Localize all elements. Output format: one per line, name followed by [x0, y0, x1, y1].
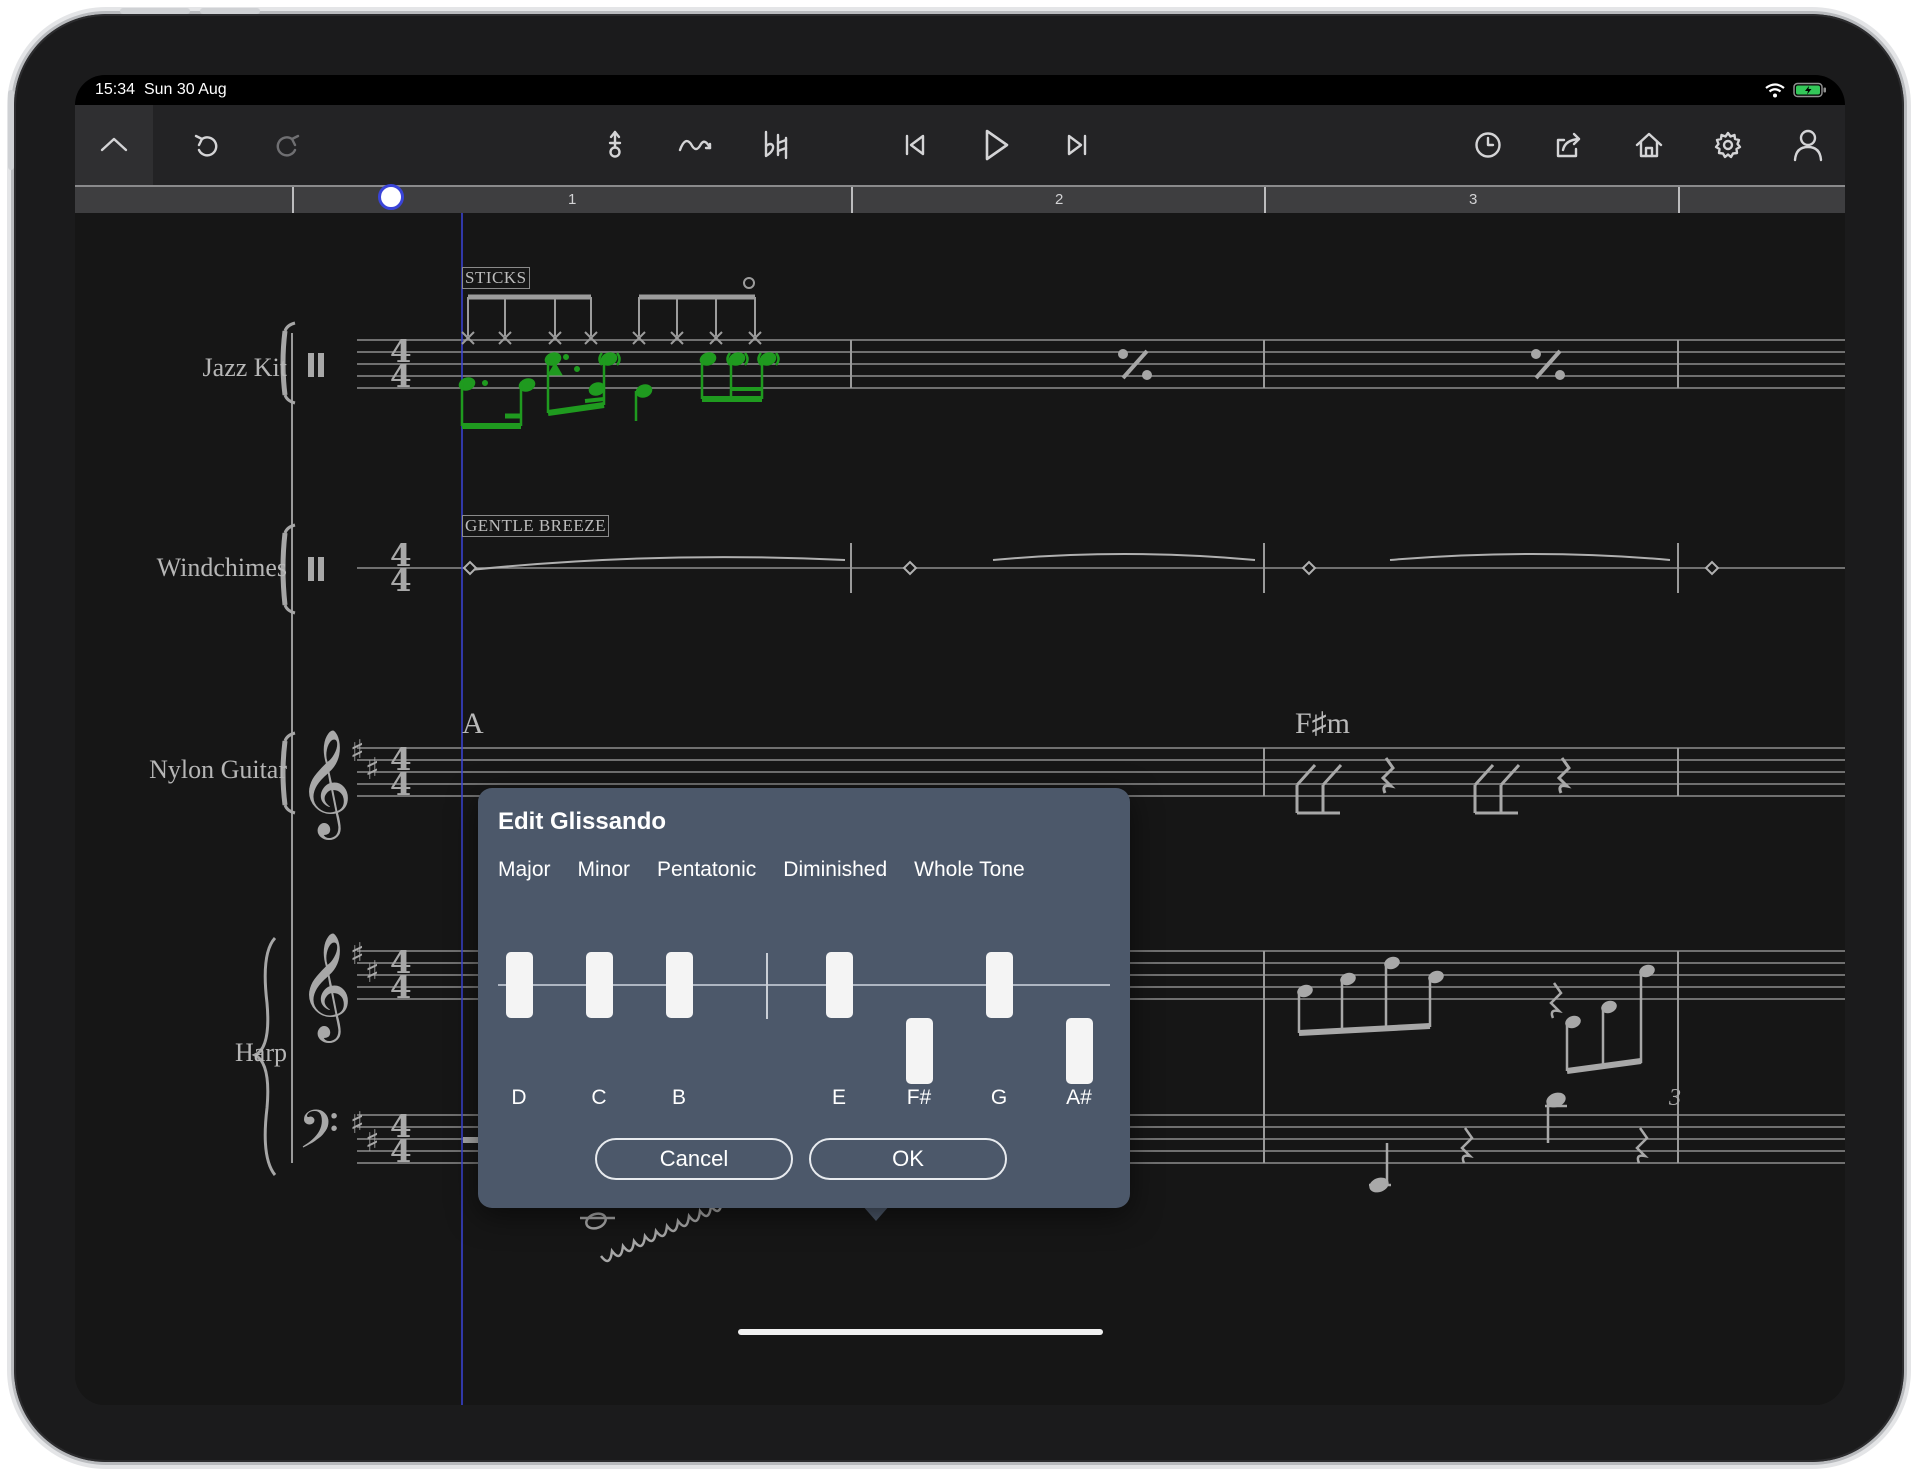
- collapse-button[interactable]: [75, 105, 153, 185]
- chevron-up-icon: [100, 137, 128, 152]
- pedal-g[interactable]: [986, 952, 1013, 1018]
- home-button[interactable]: [1614, 105, 1684, 185]
- toolbar: [75, 105, 1845, 185]
- scale-tab-diminished[interactable]: Diminished: [783, 858, 887, 882]
- ruler-tick: [292, 187, 294, 215]
- account-button[interactable]: [1773, 105, 1843, 185]
- play-button[interactable]: [961, 105, 1031, 185]
- svg-text:♯: ♯: [365, 1124, 380, 1159]
- scale-tab-major[interactable]: Major: [498, 858, 551, 882]
- pedal-b[interactable]: [666, 952, 693, 1018]
- edit-glissando-dialog: Edit Glissando Major Minor Pentatonic Di…: [478, 788, 1130, 1208]
- svg-text:𝄢: 𝄢: [298, 1100, 339, 1174]
- chord-symbol-partial: A: [462, 707, 484, 740]
- undo-icon: [194, 134, 218, 157]
- pedal-label-e: E: [831, 1086, 846, 1109]
- svg-text:𝄞: 𝄞: [298, 931, 352, 1043]
- svg-text:♯: ♯: [350, 734, 365, 769]
- svg-text:♯: ♯: [350, 937, 365, 972]
- pedal-c[interactable]: [586, 952, 613, 1018]
- metronome-button[interactable]: [580, 105, 650, 185]
- scale-tab-whole-tone[interactable]: Whole Tone: [914, 858, 1025, 882]
- pedal-a-sharp[interactable]: [1066, 1018, 1093, 1084]
- scale-tab-pentatonic[interactable]: Pentatonic: [657, 858, 756, 882]
- pedal-label-g: G: [990, 1086, 1008, 1109]
- pedal-d[interactable]: [506, 952, 533, 1018]
- pedal-label-a-sharp: A#: [1066, 1086, 1092, 1109]
- timeline-ruler[interactable]: 1 2 3: [75, 184, 1845, 215]
- pedal-e[interactable]: [826, 952, 853, 1018]
- instrument-name-harp[interactable]: Harp: [137, 1038, 287, 1068]
- battery-icon: [1793, 82, 1826, 98]
- svg-text:♯: ♯: [365, 752, 380, 787]
- ruler-tick: [1678, 187, 1680, 215]
- home-icon: [1635, 132, 1663, 158]
- status-bar: 15:34 Sun 30 Aug: [75, 75, 1845, 105]
- redo-icon: [276, 134, 300, 157]
- clock-icon: [1475, 132, 1501, 158]
- cancel-button[interactable]: Cancel: [595, 1138, 793, 1180]
- person-icon: [1793, 129, 1823, 162]
- instrument-name-nylon-guitar[interactable]: Nylon Guitar: [137, 755, 287, 785]
- playhead-handle[interactable]: [378, 184, 404, 210]
- glissando-icon: [678, 139, 712, 152]
- skip-back-icon: [905, 134, 925, 156]
- bar-number-3: 3: [1469, 191, 1478, 208]
- status-icons: [1765, 82, 1827, 98]
- instrument-name-windchimes[interactable]: Windchimes: [137, 553, 287, 583]
- bar-number-1: 1: [568, 191, 577, 208]
- pedal-f-sharp[interactable]: [906, 1018, 933, 1084]
- svg-text:4: 4: [390, 563, 412, 599]
- top-button-2: [200, 8, 260, 14]
- history-button[interactable]: [1453, 105, 1523, 185]
- screen: 15:34 Sun 30 Aug 1 2 3 𝄞 𝄞 𝄢 ♯ ♯ ♯ ♯ ♯ ♯…: [75, 75, 1845, 1405]
- pedal-label-f-sharp: F#: [906, 1086, 932, 1109]
- svg-text:4: 4: [390, 1134, 412, 1170]
- top-button: [120, 8, 190, 14]
- glissando-button[interactable]: [660, 105, 730, 185]
- pedal-label-b: B: [671, 1086, 686, 1109]
- skip-back-button[interactable]: [880, 105, 950, 185]
- scale-tab-minor[interactable]: Minor: [578, 858, 631, 882]
- share-button[interactable]: [1533, 105, 1603, 185]
- wifi-icon: [1765, 82, 1785, 97]
- skip-forward-button[interactable]: [1042, 105, 1112, 185]
- svg-text:𝄞: 𝄞: [298, 728, 352, 840]
- play-icon: [985, 129, 1009, 161]
- status-time: 15:34 Sun 30 Aug: [95, 81, 227, 98]
- share-icon: [1556, 132, 1581, 158]
- svg-text:4: 4: [390, 767, 412, 803]
- tuplet-number: 3: [1668, 1085, 1681, 1111]
- ruler-tick: [851, 187, 853, 215]
- settings-button[interactable]: [1693, 105, 1763, 185]
- dialog-title: Edit Glissando: [498, 808, 667, 835]
- scale-tabs: Major Minor Pentatonic Diminished Whole …: [498, 858, 1025, 882]
- svg-text:4: 4: [390, 359, 412, 395]
- svg-text:♯: ♯: [365, 955, 380, 990]
- redo-button[interactable]: [252, 105, 322, 185]
- gear-icon: [1714, 131, 1742, 159]
- svg-text:4: 4: [390, 970, 412, 1006]
- accidentals-button[interactable]: [741, 105, 811, 185]
- skip-forward-icon: [1067, 134, 1087, 156]
- side-button: [8, 90, 14, 170]
- svg-text:♯: ♯: [350, 1106, 365, 1141]
- gentle-breeze-tag: GENTLE BREEZE: [462, 515, 610, 537]
- pedal-label-c: C: [591, 1086, 607, 1109]
- instrument-name-jazz-kit[interactable]: Jazz Kit: [137, 353, 287, 383]
- home-indicator[interactable]: [738, 1329, 1103, 1335]
- metronome-icon: [608, 130, 622, 158]
- pedal-label-d: D: [511, 1086, 527, 1109]
- sticks-tag: STICKS: [462, 267, 530, 289]
- undo-button[interactable]: [172, 105, 242, 185]
- ruler-tick: [1264, 187, 1266, 215]
- bar-number-2: 2: [1055, 191, 1064, 208]
- pedal-divider: [766, 953, 768, 1019]
- chord-symbol-fsharp-minor: F♯m: [1295, 707, 1351, 740]
- flat-natural-icon: [764, 130, 788, 160]
- ok-button[interactable]: OK: [809, 1138, 1007, 1180]
